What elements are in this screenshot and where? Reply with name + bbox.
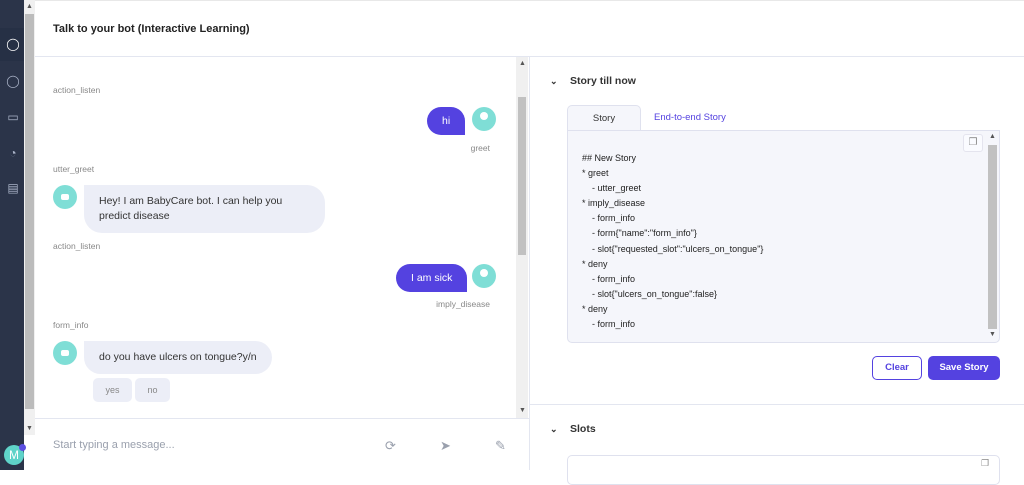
page-title: Talk to your bot (Interactive Learning) bbox=[53, 23, 250, 35]
clear-button[interactable]: Clear bbox=[872, 356, 922, 380]
action-label: utter_greet bbox=[53, 164, 95, 174]
action-label: action_listen bbox=[53, 241, 101, 251]
tab-end-to-end-story[interactable]: End-to-end Story bbox=[654, 105, 726, 131]
user-avatar[interactable]: M bbox=[4, 444, 26, 465]
slots-section-header[interactable]: ⌄ Slots bbox=[550, 423, 596, 435]
user-avatar-icon bbox=[472, 107, 496, 131]
story-line: - form_info bbox=[582, 319, 636, 330]
dashboard-icon[interactable]: ◔ bbox=[6, 146, 20, 160]
bot-message: Hey! I am BabyCare bot. I can help you p… bbox=[84, 185, 325, 233]
story-line: - slot{"requested_slot":"ulcers_on_tongu… bbox=[582, 243, 764, 254]
pencil-icon[interactable]: ✎ bbox=[495, 438, 506, 454]
user-avatar-icon bbox=[472, 264, 496, 288]
story-line: * greet bbox=[582, 168, 609, 179]
quick-reply-no[interactable]: no bbox=[135, 378, 170, 402]
section-divider bbox=[530, 404, 1024, 405]
story-line: - form{"name":"form_info"} bbox=[582, 228, 697, 239]
story-section-header[interactable]: ⌄ Story till now bbox=[550, 75, 636, 87]
chat-area: action_listen hi greet utter_greet Hey! … bbox=[35, 57, 529, 418]
chevron-down-icon: ⌄ bbox=[550, 76, 558, 86]
chat-scrollbar[interactable]: ▲ ▼ bbox=[516, 57, 528, 418]
restart-icon[interactable]: ⟳ bbox=[385, 438, 396, 454]
story-line: - form_info bbox=[582, 213, 636, 224]
quick-reply-yes[interactable]: yes bbox=[93, 378, 132, 402]
bot-message: do you have ulcers on tongue?y/n bbox=[84, 341, 272, 374]
story-line: ## New Story bbox=[582, 153, 637, 163]
copy-icon[interactable]: ❐ bbox=[981, 458, 995, 470]
intent-label[interactable]: greet bbox=[471, 143, 490, 153]
story-line: - slot{"ulcers_on_tongue":false} bbox=[582, 288, 717, 299]
action-label: action_listen bbox=[53, 85, 101, 95]
story-line: * deny bbox=[582, 258, 608, 269]
page-scrollbar[interactable]: ▲ ▼ bbox=[24, 0, 35, 435]
header: Talk to your bot (Interactive Learning) bbox=[35, 0, 1024, 57]
save-story-button[interactable]: Save Story bbox=[928, 356, 1000, 380]
send-icon[interactable]: ➤ bbox=[440, 438, 451, 454]
story-line: - utter_greet bbox=[582, 183, 642, 194]
story-line: * deny bbox=[582, 303, 608, 314]
slots-content: ❐ bbox=[567, 455, 1000, 485]
user-message: hi bbox=[427, 107, 466, 135]
panel-divider bbox=[529, 57, 530, 470]
tab-story[interactable]: Story bbox=[567, 105, 641, 131]
conversations-icon[interactable]: ◯ bbox=[6, 74, 20, 88]
bot-avatar-icon bbox=[53, 341, 77, 365]
message-input-row: ⟳ ➤ ✎ bbox=[35, 418, 529, 470]
story-content: ## New Story * greet - utter_greet * imply… bbox=[567, 130, 1000, 343]
user-message: I am sick bbox=[396, 264, 468, 292]
document-check-icon[interactable]: ▤ bbox=[6, 181, 20, 195]
intent-label[interactable]: imply_disease bbox=[436, 299, 490, 309]
story-scrollbar[interactable]: ▲ ▼ bbox=[988, 133, 997, 341]
story-line: * imply_disease bbox=[582, 198, 646, 209]
sidebar: ◯ ◯ ▭ ◔ ▤ bbox=[0, 0, 24, 470]
bot-avatar-icon bbox=[53, 185, 77, 209]
copy-icon[interactable]: ❐ bbox=[963, 134, 983, 152]
story-line: - form_info bbox=[582, 273, 636, 284]
inbox-icon[interactable]: ▭ bbox=[6, 110, 20, 124]
chevron-down-icon: ⌄ bbox=[550, 424, 558, 434]
story-text: ## New Story * greet - utter_greet * imply… bbox=[582, 151, 763, 332]
action-label: form_info bbox=[53, 320, 89, 330]
chat-icon[interactable]: ◯ bbox=[6, 37, 20, 51]
message-input[interactable] bbox=[53, 439, 353, 451]
